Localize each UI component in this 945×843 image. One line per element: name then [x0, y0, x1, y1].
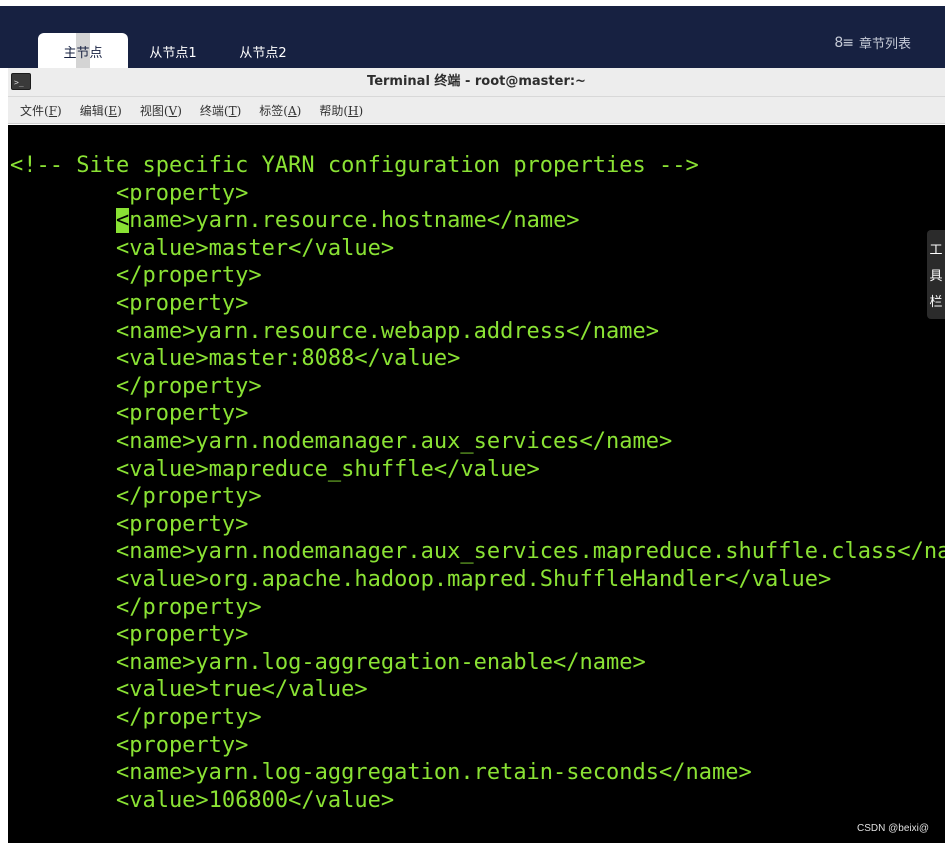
- terminal-line: <property>: [10, 622, 249, 648]
- terminal-line: <value>106800</value>: [10, 787, 395, 813]
- terminal-line: <name>yarn.resource.webapp.address</name…: [10, 318, 660, 344]
- tab-label: 主节点: [63, 46, 103, 61]
- chapter-list-label: 章节列表: [858, 37, 911, 52]
- terminal-line: <property>: [10, 401, 249, 427]
- terminal-line: <property>: [10, 511, 249, 537]
- window-title: Terminal 终端 - root@master:~: [367, 74, 586, 89]
- terminal-comment-line: <!-- Site specific YARN configuration pr…: [10, 153, 699, 178]
- menu-item-0[interactable]: 文件(F): [20, 102, 62, 119]
- terminal-line: <property>: [10, 732, 249, 758]
- terminal-line: <value>master:8088</value>: [10, 346, 461, 372]
- menu-item-1[interactable]: 编辑(E): [80, 102, 122, 119]
- list-icon: 8≡: [834, 34, 854, 51]
- tab-label: 从节点2: [239, 46, 287, 61]
- side-toolbar[interactable]: 工具栏: [927, 230, 945, 319]
- side-toolbar-char: 工: [929, 243, 943, 259]
- terminal-title-bar: >_ Terminal 终端 - root@master:~: [8, 68, 945, 97]
- side-toolbar-char: 栏: [929, 294, 943, 310]
- terminal-line: <name>yarn.nodemanager.aux_services.mapr…: [10, 539, 945, 565]
- terminal-line: </property>: [10, 373, 262, 399]
- terminal-line: <name>yarn.log-aggregation.retain-second…: [10, 760, 752, 786]
- terminal-line: <name>yarn.log-aggregation-enable</name>: [10, 649, 646, 675]
- chapter-list-button[interactable]: 8≡ 章节列表: [834, 33, 911, 53]
- terminal-line: <value>master</value>: [10, 235, 395, 261]
- terminal-line: <value>org.apache.hadoop.mapred.ShuffleH…: [10, 567, 832, 592]
- side-toolbar-char: 具: [929, 268, 943, 284]
- tab-label: 从节点1: [149, 46, 197, 61]
- terminal-line: <value>mapreduce_shuffle</value>: [10, 456, 540, 482]
- terminal-line: <property>: [10, 180, 249, 206]
- terminal-line: </property>: [10, 594, 262, 620]
- csdn-watermark: CSDN @beixi@: [857, 823, 929, 834]
- menu-item-4[interactable]: 标签(A): [259, 102, 301, 119]
- terminal-line: <name>yarn.resource.hostname</name>: [115, 208, 580, 234]
- terminal-line: <name>yarn.nodemanager.aux_services</nam…: [10, 429, 673, 454]
- menu-item-3[interactable]: 终端(T): [200, 102, 241, 119]
- terminal-line: </property>: [10, 263, 262, 289]
- top-navigation-bar: 主节点 从节点1 从节点2 8≡ 章节列表: [0, 0, 945, 74]
- terminal-menu-bar: 文件(F) 编辑(E) 视图(V) 终端(T) 标签(A) 帮助(H): [8, 97, 945, 124]
- menu-item-2[interactable]: 视图(V): [140, 102, 182, 119]
- text-cursor: <: [115, 208, 130, 234]
- terminal-content[interactable]: <!-- Site specific YARN configuration pr…: [8, 125, 945, 843]
- terminal-line: <value>true</value>: [10, 677, 368, 703]
- terminal-line: </property>: [10, 705, 262, 730]
- menu-item-5[interactable]: 帮助(H): [319, 102, 363, 119]
- terminal-line: </property>: [10, 484, 262, 510]
- terminal-line: <property>: [10, 291, 249, 316]
